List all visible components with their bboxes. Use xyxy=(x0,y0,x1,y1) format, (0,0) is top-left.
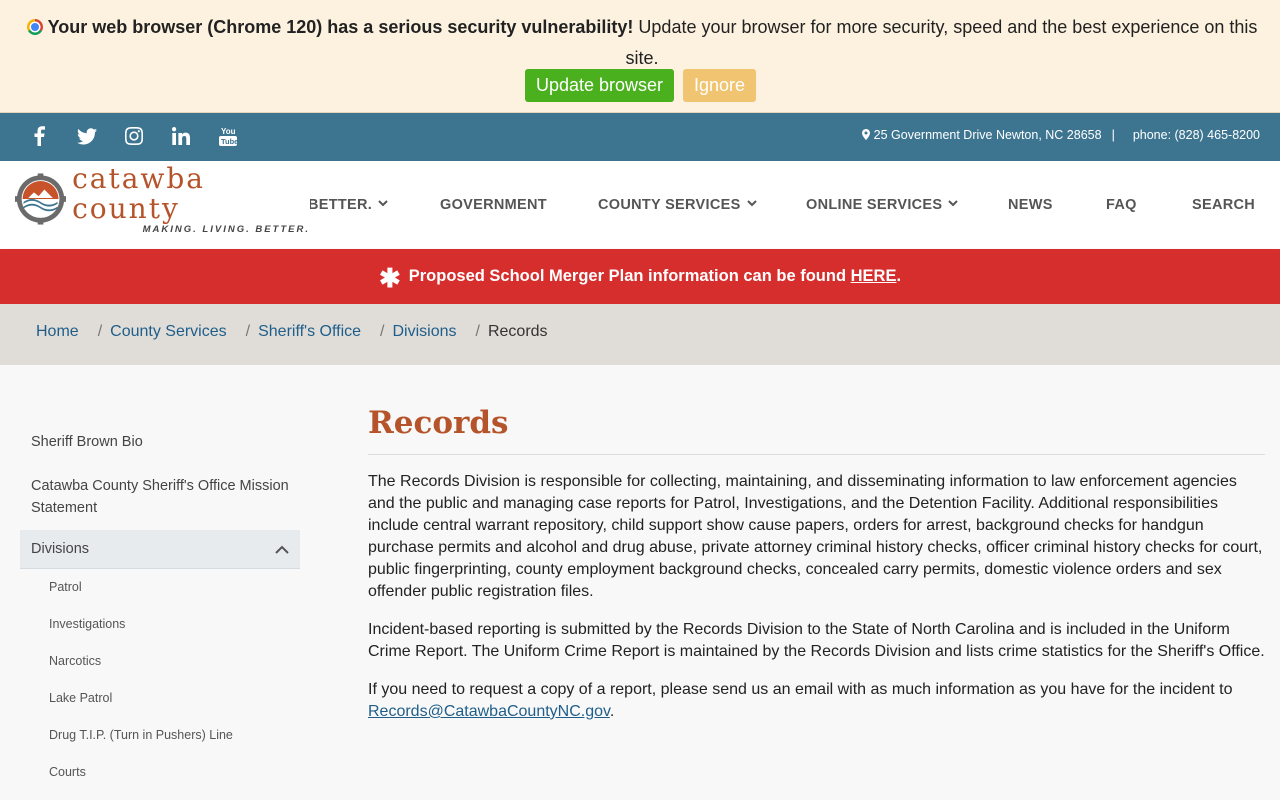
main-content: Records The Records Division is responsi… xyxy=(368,400,1265,739)
records-paragraph-3: If you need to request a copy of a repor… xyxy=(368,681,1233,720)
nav-item-search[interactable]: SEARCH xyxy=(1192,197,1255,213)
alert-text: Proposed School Merger Plan information … xyxy=(408,267,851,285)
map-pin-icon xyxy=(862,128,873,142)
breadcrumb-divisions[interactable]: Divisions xyxy=(393,323,457,341)
sidebar-item-label: Divisions xyxy=(31,541,90,557)
nav-item-online-services[interactable]: ONLINE SERVICES xyxy=(806,197,959,213)
logo-text: catawba county MAKING. LIVING. BETTER. xyxy=(72,161,310,235)
breadcrumb: Home / County Services / Sheriff's Offic… xyxy=(0,304,1280,365)
alert-here-link[interactable]: HERE xyxy=(851,267,897,285)
sidebar-subitem-drug-tip[interactable]: Drug T.I.P. (Turn in Pushers) Line xyxy=(20,717,300,754)
sidebar-subitem-narcotics[interactable]: Narcotics xyxy=(20,643,300,680)
sidebar-item-mission-statement[interactable]: Catawba County Sheriff's Office Mission … xyxy=(20,464,300,530)
breadcrumb-current: Records xyxy=(487,323,548,340)
sidebar-item-sheriff-bio[interactable]: Sheriff Brown Bio xyxy=(20,420,300,464)
alert-end: . xyxy=(896,267,902,285)
nav-item-news[interactable]: NEWS xyxy=(1008,197,1053,213)
logo-tagline: MAKING. LIVING. BETTER. xyxy=(142,223,310,235)
records-paragraph-1: The Records Division is responsible for … xyxy=(368,473,1263,600)
chevron-down-icon xyxy=(746,200,757,207)
update-browser-button[interactable]: Update browser xyxy=(525,69,674,102)
nav-item-county-services[interactable]: COUNTY SERVICES xyxy=(598,197,757,213)
page-title: Records xyxy=(368,400,1265,455)
twitter-icon[interactable] xyxy=(63,123,110,149)
update-message-bold: Your web browser (Chrome 120) has a seri… xyxy=(47,17,634,37)
contact-separator: | xyxy=(1111,128,1115,142)
sidebar-subitem-patrol[interactable]: Patrol xyxy=(20,569,300,606)
breadcrumb-home[interactable]: Home xyxy=(36,323,79,341)
nav-item-government[interactable]: GOVERNMENT xyxy=(440,197,547,213)
records-paragraph-2: Incident-based reporting is submitted by… xyxy=(368,621,1265,660)
site-logo[interactable]: catawba county MAKING. LIVING. BETTER. xyxy=(15,163,310,235)
breadcrumb-sheriffs-office[interactable]: Sheriff's Office xyxy=(258,323,361,341)
browser-update-bar: Your web browser (Chrome 120) has a seri… xyxy=(0,0,1280,113)
chevron-down-icon xyxy=(378,200,388,207)
chevron-up-icon[interactable] xyxy=(275,545,289,554)
logo-gear-icon xyxy=(15,173,67,225)
sidebar-subitem-investigations[interactable]: Investigations xyxy=(20,606,300,643)
sidebar-subitem-lake-patrol[interactable]: Lake Patrol xyxy=(20,680,300,717)
svg-text:You: You xyxy=(221,127,236,136)
address-text: 25 Government Drive Newton, NC 28658 xyxy=(873,128,1102,142)
nav-item-better[interactable]: BETTER. xyxy=(308,197,388,213)
update-message-rest: Update your browser for more security, s… xyxy=(625,17,1258,68)
sidebar-item-divisions[interactable]: Divisions xyxy=(20,530,300,569)
youtube-icon[interactable]: You Tube xyxy=(204,123,251,149)
breadcrumb-separator: / xyxy=(475,323,480,340)
breadcrumb-separator: / xyxy=(380,323,385,340)
phone-text[interactable]: phone: (828) 465-8200 xyxy=(1133,128,1260,142)
logo-name: catawba county xyxy=(72,161,205,225)
alert-banner: ✱ Proposed School Merger Plan information… xyxy=(0,249,1280,304)
update-message: Your web browser (Chrome 120) has a seri… xyxy=(10,12,1274,74)
breadcrumb-county-services[interactable]: County Services xyxy=(110,323,227,341)
sidebar-subitem-courts[interactable]: Courts xyxy=(20,754,300,791)
site-header: BETTER. GOVERNMENT COUNTY SERVICES ONLIN… xyxy=(0,161,1280,249)
facebook-icon[interactable] xyxy=(16,123,63,149)
breadcrumb-items: Home / County Services / Sheriff's Offic… xyxy=(36,323,548,341)
sidebar-nav: Sheriff Brown Bio Catawba County Sheriff… xyxy=(20,420,300,791)
instagram-icon[interactable] xyxy=(110,123,157,149)
chevron-down-icon xyxy=(948,200,959,207)
asterisk-icon: ✱ xyxy=(378,263,401,293)
chrome-icon xyxy=(26,19,43,35)
records-email-link[interactable]: Records@CatawbaCountyNC.gov xyxy=(368,703,610,720)
social-bar: You Tube 25 Government Drive Newton, NC 2… xyxy=(0,113,1280,161)
breadcrumb-separator: / xyxy=(245,323,251,340)
breadcrumb-separator: / xyxy=(97,323,103,340)
nav-item-faq[interactable]: FAQ xyxy=(1106,197,1137,213)
svg-text:Tube: Tube xyxy=(221,137,237,146)
social-icons: You Tube xyxy=(16,123,251,149)
contact-info: 25 Government Drive Newton, NC 28658 | pho… xyxy=(862,128,1260,142)
linkedin-icon[interactable] xyxy=(157,123,204,149)
ignore-button[interactable]: Ignore xyxy=(683,69,756,102)
